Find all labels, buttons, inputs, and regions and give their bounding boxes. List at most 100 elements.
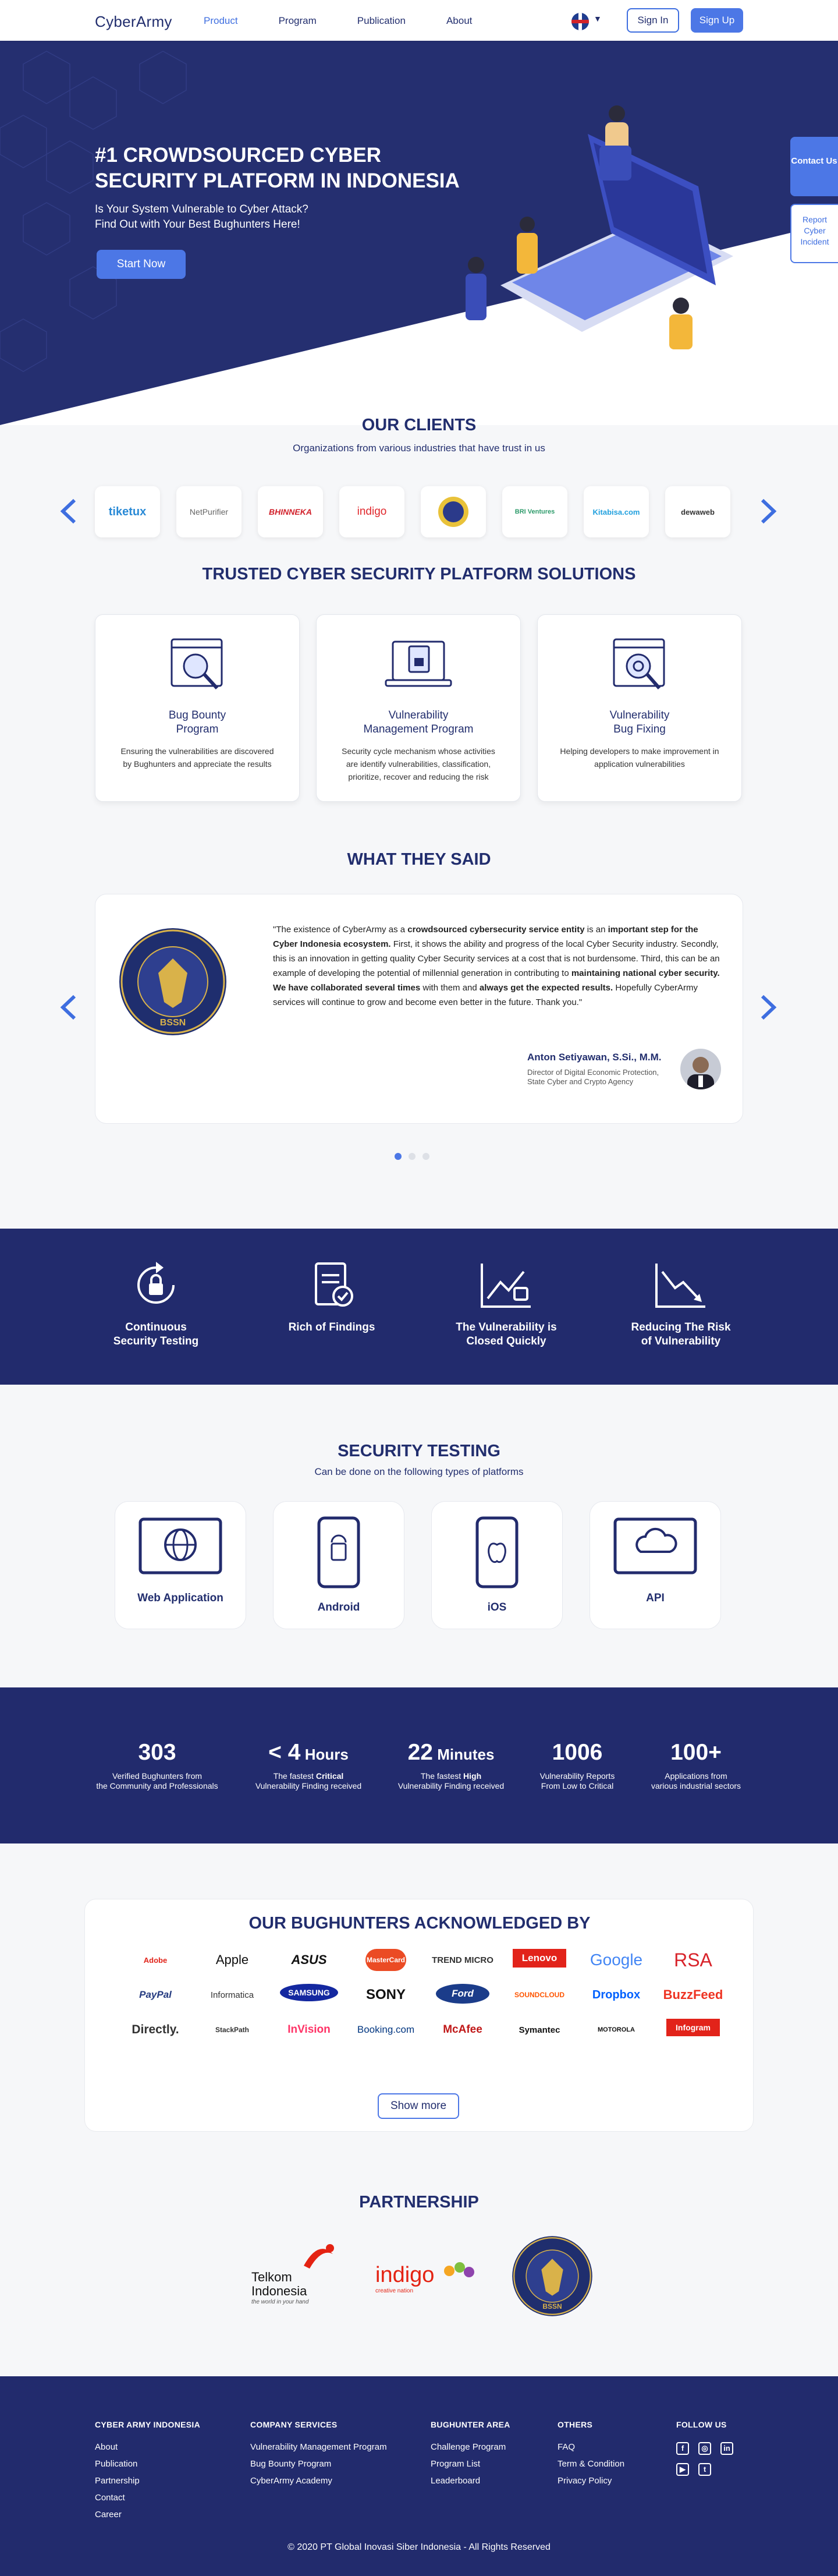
footer-link[interactable]: CyberArmy Academy bbox=[250, 2472, 387, 2489]
footer-link[interactable]: Career bbox=[95, 2506, 200, 2523]
brand-logo: Lenovo bbox=[513, 1949, 566, 1968]
nav-about[interactable]: About bbox=[446, 15, 472, 27]
platform-api[interactable]: API bbox=[590, 1501, 721, 1629]
chevron-down-icon[interactable]: ▼ bbox=[594, 14, 602, 23]
testing-title: SECURITY TESTING bbox=[338, 1442, 500, 1460]
svg-text:BSSN: BSSN bbox=[542, 2302, 562, 2310]
brand-logo: Directly. bbox=[132, 2023, 179, 2036]
testimonial-prev-arrow[interactable] bbox=[58, 993, 79, 1022]
cyberarmy-logo[interactable]: CyberArmy bbox=[95, 13, 172, 31]
brand-logo: Symantec bbox=[519, 2025, 560, 2035]
stats-band: 303 Verified Bughunters from the Communit… bbox=[0, 1687, 838, 1843]
sign-up-button[interactable]: Sign Up bbox=[691, 8, 743, 33]
indigo-partner-logo: indigo creative nation bbox=[375, 2262, 480, 2303]
testimonial-avatar bbox=[680, 1049, 721, 1089]
solution-title: Bug Bounty Program bbox=[168, 709, 226, 735]
footer-follow: FOLLOW US f ◎ in ▶ t bbox=[676, 2420, 746, 2481]
platform-label: Android bbox=[317, 1601, 360, 1613]
facebook-icon[interactable]: f bbox=[676, 2442, 689, 2455]
footer-link[interactable]: Contact bbox=[95, 2489, 200, 2506]
client-logo: dewaweb bbox=[665, 486, 730, 537]
testing-subtitle: Can be done on the following types of pl… bbox=[314, 1466, 524, 1477]
hero-subtitle: Is Your System Vulnerable to Cyber Attac… bbox=[95, 202, 386, 232]
hero-background bbox=[0, 41, 838, 425]
solution-title: Vulnerability Management Program bbox=[363, 709, 474, 735]
report-incident-tab[interactable]: Report Cyber Incident bbox=[790, 204, 838, 263]
footer-link[interactable]: Leaderboard bbox=[431, 2472, 510, 2489]
platform-android[interactable]: Android bbox=[273, 1501, 404, 1629]
uk-flag-icon[interactable] bbox=[571, 13, 589, 30]
hero-subtitle-line1: Is Your System Vulnerable to Cyber Attac… bbox=[95, 203, 308, 215]
footer-link[interactable]: Publication bbox=[95, 2455, 200, 2472]
client-logo: BHINNEKA bbox=[258, 486, 323, 537]
client-logo: indigo bbox=[339, 486, 404, 537]
carousel-dots bbox=[395, 1153, 429, 1160]
solutions-title: TRUSTED CYBER SECURITY PLATFORM SOLUTION… bbox=[202, 565, 636, 583]
youtube-icon[interactable]: ▶ bbox=[676, 2463, 689, 2476]
client-logo: tiketux bbox=[95, 486, 160, 537]
footer-link[interactable]: Bug Bounty Program bbox=[250, 2455, 387, 2472]
brand-logo: TREND MICRO bbox=[432, 1955, 493, 1965]
stat-high: 22 Minutes The fastest High Vulnerability… bbox=[397, 1740, 505, 1791]
clients-next-arrow[interactable] bbox=[758, 497, 779, 526]
brand-logo: InVision bbox=[287, 2023, 331, 2036]
brand-logo: Adobe bbox=[143, 1955, 168, 1965]
footer-link[interactable]: Privacy Policy bbox=[558, 2472, 624, 2489]
platform-web[interactable]: Web Application bbox=[115, 1501, 246, 1629]
platform-label: Web Application bbox=[137, 1592, 223, 1604]
clients-prev-arrow[interactable] bbox=[58, 497, 79, 526]
carousel-dot[interactable] bbox=[422, 1153, 429, 1160]
brand-logo: MasterCard bbox=[365, 1949, 406, 1971]
chart-down-icon bbox=[655, 1264, 705, 1308]
footer-link[interactable]: Challenge Program bbox=[431, 2439, 510, 2455]
solution-card-bug-fixing[interactable]: Vulnerability Bug Fixing Helping develope… bbox=[537, 614, 742, 802]
nav-program[interactable]: Program bbox=[279, 15, 317, 27]
carousel-dot[interactable] bbox=[409, 1153, 416, 1160]
security-testing-section: SECURITY TESTING Can be done on the foll… bbox=[0, 1385, 838, 1687]
instagram-icon[interactable]: ◎ bbox=[698, 2442, 711, 2455]
contact-us-tab[interactable]: Contact Us bbox=[790, 137, 838, 196]
show-more-button[interactable]: Show more bbox=[378, 2093, 459, 2119]
bssn-seal-logo: BSSN bbox=[119, 928, 226, 1035]
solution-desc: Helping developers to make improvement i… bbox=[560, 746, 719, 769]
footer-link[interactable]: Term & Condition bbox=[558, 2455, 624, 2472]
footer-link[interactable]: FAQ bbox=[558, 2439, 624, 2455]
carousel-dot[interactable] bbox=[395, 1153, 402, 1160]
hero-section: #1 CROWDSOURCED CYBER SECURITY PLATFORM … bbox=[0, 41, 838, 425]
footer-link[interactable]: About bbox=[95, 2439, 200, 2455]
testimonial-next-arrow[interactable] bbox=[758, 993, 779, 1022]
bug-search-icon bbox=[171, 638, 223, 690]
sign-in-button[interactable]: Sign In bbox=[627, 8, 679, 33]
solution-desc: Security cycle mechanism whose activitie… bbox=[342, 746, 495, 781]
twitter-icon[interactable]: t bbox=[698, 2463, 711, 2476]
footer-col-others: OTHERS FAQ Term & Condition Privacy Poli… bbox=[558, 2420, 624, 2489]
platform-ios[interactable]: iOS bbox=[431, 1501, 563, 1629]
solution-card-vulnerability-management[interactable]: Vulnerability Management Program Security… bbox=[316, 614, 521, 802]
telkom-logo: Telkom Indonesia the world in your hand bbox=[251, 2244, 356, 2305]
solution-card-bug-bounty[interactable]: Bug Bounty Program Ensuring the vulnerabi… bbox=[95, 614, 300, 802]
brand-logo: Ford bbox=[436, 1984, 489, 2004]
nav-product[interactable]: Product bbox=[204, 15, 238, 27]
nav-publication[interactable]: Publication bbox=[357, 15, 406, 27]
linkedin-icon[interactable]: in bbox=[720, 2442, 733, 2455]
solution-desc: Ensuring the vulnerabilities are discove… bbox=[120, 746, 274, 769]
footer-link[interactable]: Vulnerability Management Program bbox=[250, 2439, 387, 2455]
feature-continuous: Continuous Security Testing bbox=[80, 1259, 232, 1349]
gear-search-icon bbox=[613, 638, 665, 689]
testimonial-card: BSSN "The existence of CyberArmy as a cr… bbox=[95, 894, 743, 1124]
brand-logo: SAMSUNG bbox=[280, 1984, 338, 2001]
copyright: © 2020 PT Global Inovasi Siber Indonesia… bbox=[287, 2542, 551, 2552]
testimonial-title: WHAT THEY SAID bbox=[347, 850, 491, 869]
footer-link[interactable]: Partnership bbox=[95, 2472, 200, 2489]
hero-title: #1 CROWDSOURCED CYBER SECURITY PLATFORM … bbox=[95, 144, 460, 192]
client-logo: BRI Ventures bbox=[502, 486, 567, 537]
solutions-section: TRUSTED CYBER SECURITY PLATFORM SOLUTION… bbox=[0, 547, 838, 850]
start-now-button[interactable]: Start Now bbox=[97, 250, 186, 279]
brand-logo: Apple bbox=[215, 1952, 249, 1967]
testimonial-role: Director of Digital Economic Protection,… bbox=[527, 1068, 659, 1086]
footer-col-bughunter: BUGHUNTER AREA Challenge Program Program… bbox=[431, 2420, 510, 2489]
brand-logos: Adobe Apple ASUS MasterCard TREND MICRO … bbox=[117, 1949, 734, 2041]
footer-link[interactable]: Program List bbox=[431, 2455, 510, 2472]
stat-bughunters: 303 Verified Bughunters from the Communit… bbox=[96, 1740, 218, 1791]
partnership-title: PARTNERSHIP bbox=[359, 2193, 479, 2211]
